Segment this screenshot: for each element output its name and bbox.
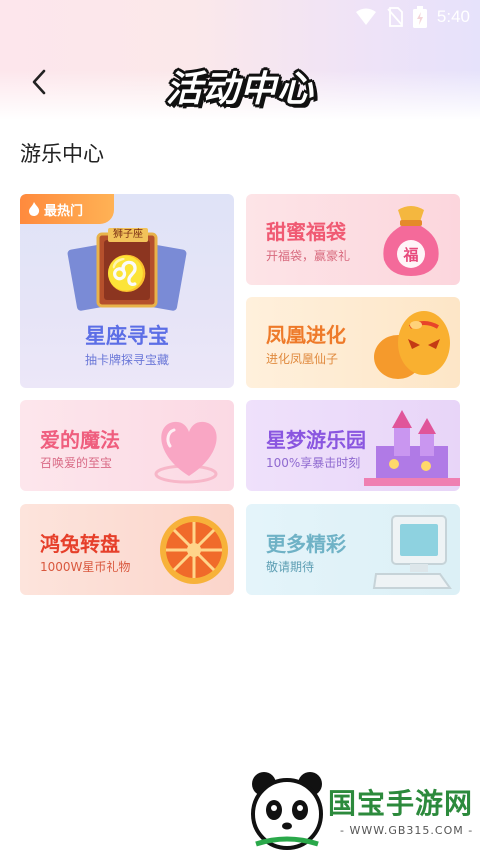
card-subtitle: 100%享暴击时刻 bbox=[266, 456, 361, 470]
card-title: 甜蜜福袋 bbox=[266, 220, 346, 244]
card-title: 更多精彩 bbox=[266, 532, 346, 556]
card-title: 星座寻宝 bbox=[85, 324, 169, 348]
battery-icon bbox=[412, 6, 427, 28]
hot-badge: 最热门 bbox=[20, 194, 114, 224]
watermark: 国宝手游网 - WWW.GB315.COM - bbox=[228, 760, 480, 853]
card-tianmi[interactable]: 甜蜜福袋 开福袋，赢豪礼 福 bbox=[246, 194, 460, 285]
card-subtitle: 抽卡牌探寻宝藏 bbox=[84, 353, 169, 367]
clock: 5:40 bbox=[436, 7, 470, 26]
flame-icon bbox=[29, 202, 40, 216]
card-fenghuang[interactable]: 凤凰进化 进化凤凰仙子 bbox=[246, 297, 460, 388]
card-gengduo[interactable]: 更多精彩 敬请期待 bbox=[246, 504, 460, 595]
card-aide[interactable]: 爱的魔法 召唤爱的至宝 bbox=[20, 400, 234, 491]
watermark-brand: 国宝手游网 bbox=[328, 787, 474, 820]
card-title: 星梦游乐园 bbox=[266, 428, 366, 452]
card-subtitle: 开福袋，赢豪礼 bbox=[266, 249, 351, 263]
card-title: 爱的魔法 bbox=[40, 428, 120, 452]
card-title: 鸿兔转盘 bbox=[40, 532, 120, 556]
header: 活动中心 bbox=[0, 52, 480, 112]
bag-character: 福 bbox=[402, 246, 418, 264]
card-subtitle: 敬请期待 bbox=[266, 560, 315, 574]
section-title: 游乐中心 bbox=[20, 142, 104, 166]
card-title: 凤凰进化 bbox=[266, 323, 346, 347]
watermark-url: - WWW.GB315.COM - bbox=[340, 824, 474, 837]
card-xingmeng[interactable]: 星梦游乐园 100%享暴击时刻 bbox=[246, 400, 460, 491]
computer-illustration bbox=[372, 515, 452, 589]
card-hongtu[interactable]: 鸿兔转盘 1000W星币礼物 bbox=[20, 504, 234, 595]
card-subtitle: 进化凤凰仙子 bbox=[266, 352, 339, 366]
heart-illustration bbox=[154, 421, 218, 484]
wifi-icon bbox=[355, 8, 376, 25]
card-xingzuo[interactable]: ♌ 狮子座 最热门 星座寻宝 抽卡牌探寻宝藏 bbox=[20, 194, 234, 388]
lucky-bag-illustration: 福 bbox=[383, 206, 439, 276]
tarot-card-label: 狮子座 bbox=[108, 228, 148, 242]
prize-wheel-illustration bbox=[160, 516, 228, 584]
panda-logo bbox=[251, 772, 323, 850]
phoenix-egg-illustration bbox=[374, 311, 450, 379]
status-bar: 5:40 bbox=[0, 0, 480, 34]
no-sim-icon bbox=[387, 7, 403, 27]
hot-badge-label: 最热门 bbox=[44, 203, 84, 219]
page-title: 活动中心 bbox=[165, 69, 314, 110]
card-subtitle: 1000W星币礼物 bbox=[40, 560, 131, 574]
svg-text:♌: ♌ bbox=[106, 254, 148, 294]
card-subtitle: 召唤爱的至宝 bbox=[40, 456, 113, 470]
castle-illustration bbox=[364, 410, 460, 486]
